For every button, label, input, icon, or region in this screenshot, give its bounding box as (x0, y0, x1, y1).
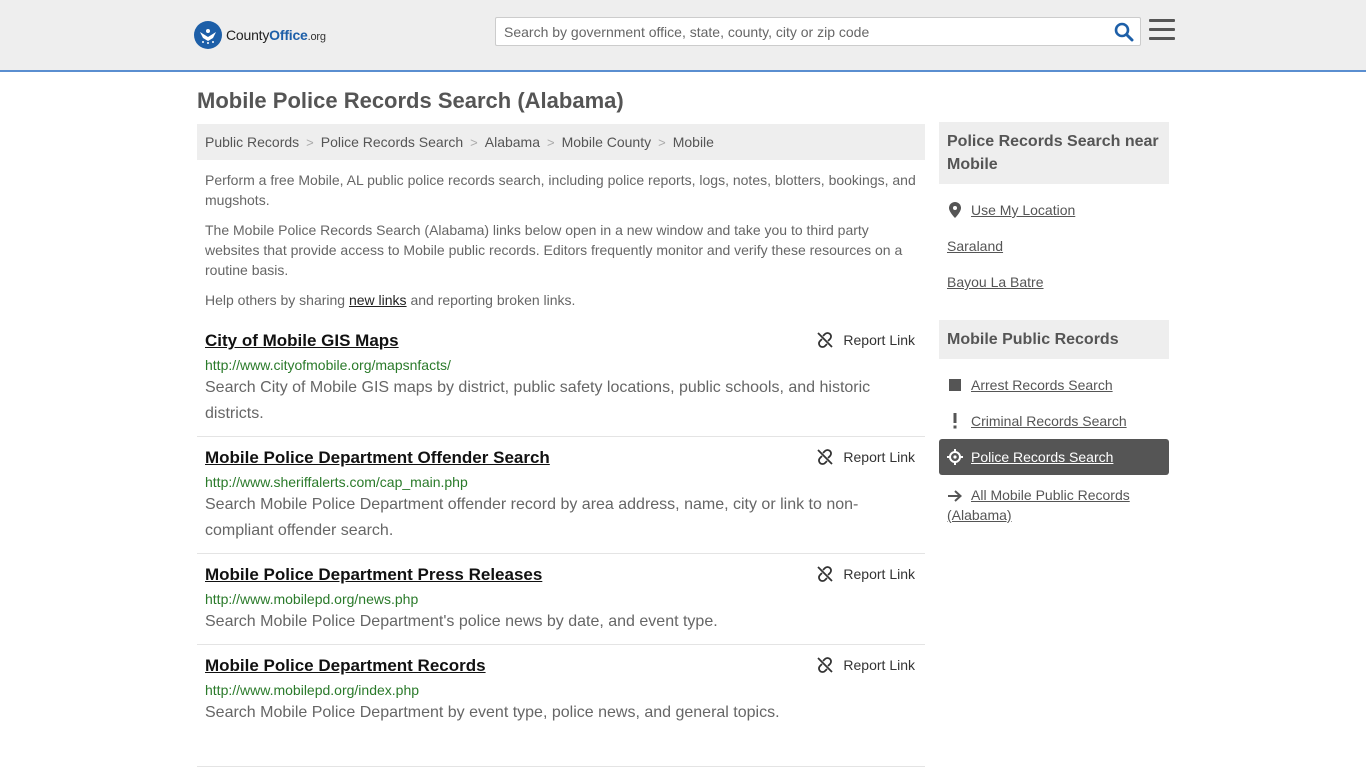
new-links-link[interactable]: new links (349, 292, 407, 308)
top-bar: CountyOffice.org (0, 0, 1366, 72)
record-entry: Mobile Police Department Offender Search… (197, 437, 925, 554)
page-title: Mobile Police Records Search (Alabama) (197, 88, 624, 113)
sidebar-item-police-records[interactable]: Police Records Search (947, 449, 1113, 465)
sidebar-item-label: Police Records Search (971, 449, 1114, 465)
entry-title-link[interactable]: City of Mobile GIS Maps (205, 331, 399, 351)
logo-tld: .org (307, 31, 326, 43)
share-text-post: and reporting broken links. (406, 292, 576, 308)
entry-description: Search Mobile Police Department offender… (205, 496, 859, 539)
map-marker-icon (947, 202, 963, 218)
sidebar-item-label: Arrest Records Search (971, 377, 1113, 393)
entry-description: Search Mobile Police Department's police… (205, 613, 718, 630)
report-link-button[interactable]: Report Link (817, 449, 915, 465)
nearby-link-saraland[interactable]: Saraland (947, 238, 1003, 254)
sidebar-item-label: All Mobile Public Records (Alabama) (947, 487, 1130, 523)
report-link-label: Report Link (843, 332, 915, 348)
report-link-button[interactable]: Report Link (817, 332, 915, 348)
report-link-button[interactable]: Report Link (817, 566, 915, 582)
search-bar (495, 17, 1141, 46)
breadcrumb-separator: > (547, 134, 555, 150)
hamburger-menu-icon[interactable] (1149, 19, 1175, 41)
broken-link-icon (817, 449, 834, 465)
sidebar-item-arrest-records[interactable]: Arrest Records Search (947, 377, 1113, 393)
broken-link-icon (817, 332, 834, 348)
entry-url-link[interactable]: http://www.mobilepd.org/news.php (205, 591, 418, 607)
breadcrumb-alabama[interactable]: Alabama (485, 134, 540, 150)
entry-title-link[interactable]: Mobile Police Department Records (205, 656, 486, 676)
broken-link-icon (817, 657, 834, 673)
logo-prefix: County (226, 27, 270, 43)
exclamation-icon (947, 413, 963, 429)
report-link-label: Report Link (843, 566, 915, 582)
use-my-location-link[interactable]: Use My Location (947, 202, 1075, 218)
use-my-location-label: Use My Location (971, 202, 1076, 218)
report-link-label: Report Link (843, 449, 915, 465)
entry-title-link[interactable]: Mobile Police Department Press Releases (205, 565, 542, 585)
breadcrumb-separator: > (306, 134, 314, 150)
breadcrumb-mobile-county[interactable]: Mobile County (562, 134, 652, 150)
intro-paragraph: Perform a free Mobile, AL public police … (205, 172, 916, 208)
entry-description: Search Mobile Police Department by event… (205, 704, 780, 721)
breadcrumb-mobile[interactable]: Mobile (673, 134, 714, 150)
sidebar-item-all-public-records[interactable]: All Mobile Public Records (Alabama) (947, 485, 1147, 525)
record-entry: Mobile Police Department Press Releases … (197, 554, 925, 645)
sidebar-item-criminal-records[interactable]: Criminal Records Search (947, 413, 1127, 429)
nearby-section-heading: Police Records Search near Mobile (939, 122, 1169, 184)
share-paragraph: Help others by sharing new links and rep… (205, 290, 920, 310)
entry-url-link[interactable]: http://www.cityofmobile.org/mapsnfacts/ (205, 357, 451, 373)
breadcrumb-separator: > (470, 134, 478, 150)
breadcrumb-police-records-search[interactable]: Police Records Search (321, 134, 463, 150)
site-logo[interactable]: CountyOffice.org (194, 21, 326, 49)
entry-url-link[interactable]: http://www.mobilepd.org/index.php (205, 682, 419, 698)
logo-emblem-icon (194, 21, 222, 49)
report-link-label: Report Link (843, 657, 915, 673)
search-input[interactable] (504, 22, 1104, 42)
record-entry: Mobile Police Department Records Report … (197, 645, 925, 736)
search-icon[interactable] (1114, 22, 1134, 42)
logo-wordmark: CountyOffice.org (226, 27, 326, 43)
divider (197, 766, 925, 767)
breadcrumb: Public Records > Police Records Search >… (197, 124, 925, 160)
entry-title-link[interactable]: Mobile Police Department Offender Search (205, 448, 550, 468)
report-link-button[interactable]: Report Link (817, 657, 915, 673)
entry-url-link[interactable]: http://www.sheriffalerts.com/cap_main.ph… (205, 474, 468, 490)
entry-description: Search City of Mobile GIS maps by distri… (205, 379, 871, 422)
breadcrumb-public-records[interactable]: Public Records (205, 134, 299, 150)
record-entry: City of Mobile GIS Maps Report Link http… (197, 320, 925, 437)
nearby-link-bayou-la-batre[interactable]: Bayou La Batre (947, 274, 1044, 290)
logo-brand: Office (269, 27, 308, 43)
square-icon (947, 379, 963, 391)
sidebar-item-label: Criminal Records Search (971, 413, 1127, 429)
breadcrumb-separator: > (658, 134, 666, 150)
arrow-right-icon (947, 490, 963, 502)
share-text-pre: Help others by sharing (205, 292, 349, 308)
public-records-section-heading: Mobile Public Records (939, 320, 1169, 359)
crosshair-icon (947, 449, 963, 465)
broken-link-icon (817, 566, 834, 582)
disclaimer-paragraph: The Mobile Police Records Search (Alabam… (205, 222, 903, 278)
